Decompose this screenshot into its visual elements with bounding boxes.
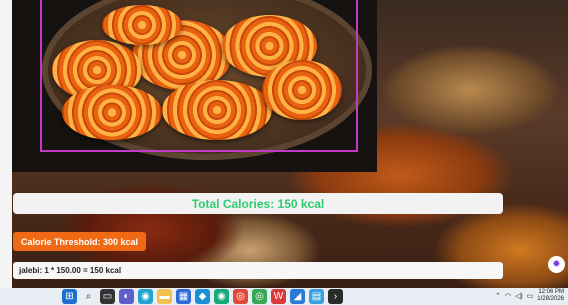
wifi-icon[interactable]: ◠ — [505, 292, 511, 300]
edge-dev-icon[interactable]: ◉ — [214, 289, 229, 304]
search-icon[interactable]: ⌕ — [81, 289, 96, 304]
assistant-icon[interactable]: ✹ — [548, 256, 565, 273]
total-calories-banner: Total Calories: 150 kcal — [13, 193, 503, 214]
taskbar-apps: ⊞ ⌕ ▭ ◐ ◉ ▬ ▦ ◆ ◉ ◎ ◎ W ◢ ▤ › — [62, 289, 343, 304]
chat-icon[interactable]: ◐ — [119, 289, 134, 304]
windows-taskbar: ⊞ ⌕ ▭ ◐ ◉ ▬ ▦ ◆ ◉ ◎ ◎ W ◢ ▤ › ⌃ ◠ ◁) ▭ 1… — [0, 288, 568, 305]
item-breakdown-row: jalebi: 1 * 150.00 = 150 kcal — [13, 262, 503, 279]
clock[interactable]: 12:06 PM 1/28/2026 — [537, 289, 564, 303]
clock-date: 1/28/2026 — [537, 296, 564, 302]
volume-icon[interactable]: ◁) — [515, 292, 523, 300]
terminal-icon[interactable]: › — [328, 289, 343, 304]
item-breakdown-text: jalebi: 1 * 150.00 = 150 kcal — [19, 266, 122, 275]
windows-start-icon[interactable]: ⊞ — [62, 289, 77, 304]
chrome-alt-icon[interactable]: ◎ — [252, 289, 267, 304]
detection-box — [40, 0, 358, 152]
chevron-up-icon[interactable]: ⌃ — [495, 292, 501, 300]
office-icon[interactable]: W — [271, 289, 286, 304]
photos-icon[interactable]: ◆ — [195, 289, 210, 304]
vs-code-icon[interactable]: ◢ — [290, 289, 305, 304]
task-view-icon[interactable]: ▭ — [100, 289, 115, 304]
store-icon[interactable]: ▦ — [176, 289, 191, 304]
left-edge — [0, 0, 12, 288]
calorie-threshold-text: Calorie Threshold: 300 kcal — [21, 236, 139, 247]
system-tray: ⌃ ◠ ◁) ▭ 12:06 PM 1/28/2026 — [495, 289, 564, 303]
battery-icon[interactable]: ▭ — [527, 292, 534, 300]
chrome-icon[interactable]: ◎ — [233, 289, 248, 304]
clock-time: 12:06 PM — [538, 289, 564, 295]
calorie-threshold-badge: Calorie Threshold: 300 kcal — [13, 232, 147, 251]
edge-icon[interactable]: ◉ — [138, 289, 153, 304]
notepad-icon[interactable]: ▤ — [309, 289, 324, 304]
total-calories-text: Total Calories: 150 kcal — [191, 196, 325, 211]
file-explorer-icon[interactable]: ▬ — [157, 289, 172, 304]
